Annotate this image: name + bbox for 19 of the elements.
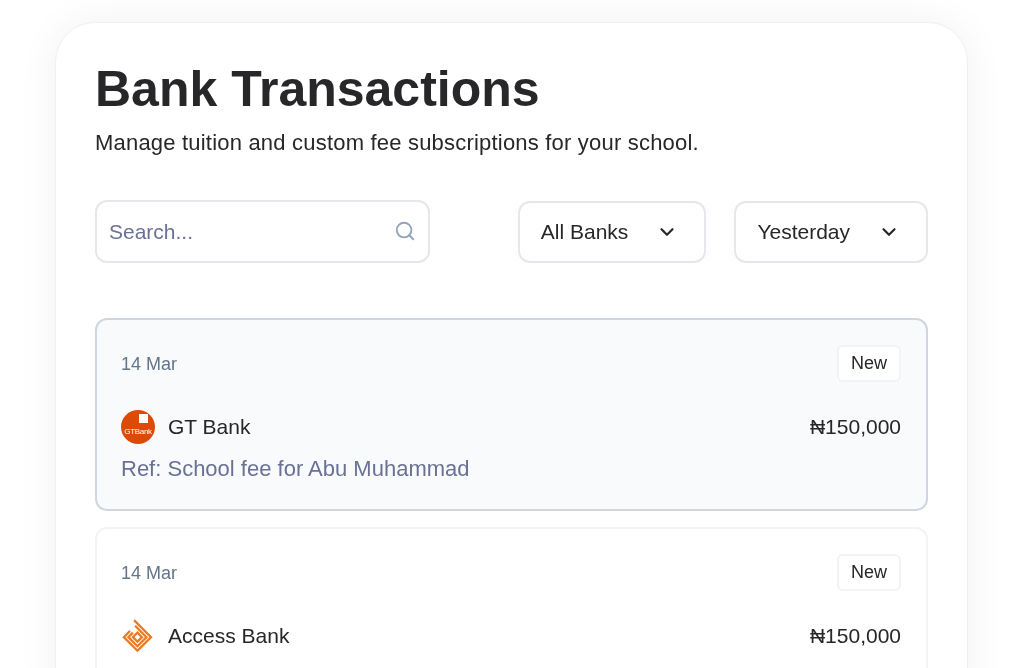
- page-subtitle: Manage tuition and custom fee subscriptions for your school.: [95, 129, 700, 157]
- search-icon: [394, 220, 416, 242]
- transaction-date: 14 Mar: [121, 352, 178, 376]
- filter-dropdown[interactable]: Yesterday: [734, 200, 928, 263]
- transaction-date: 14 Mar: [121, 561, 178, 585]
- status-badge: New: [837, 345, 901, 382]
- transaction-amount: ₦150,000: [809, 414, 901, 440]
- search-field[interactable]: Search...: [95, 200, 430, 263]
- diamond-icon: [121, 619, 155, 653]
- transaction-card[interactable]: 14 Mar New GTBank GT Bank ₦150,000 Ref: School fee for Abu Muhammad: [95, 318, 928, 511]
- bank-logo: GTBank: [121, 410, 155, 444]
- page-title: Bank Transactions: [95, 60, 541, 119]
- transaction-amount: ₦150,000: [809, 623, 901, 649]
- bank-name: GT Bank: [168, 414, 251, 440]
- bank-name: Access Bank: [168, 623, 290, 649]
- filter-dropdown[interactable]: All Banks: [517, 200, 707, 263]
- status-badge: New: [837, 554, 901, 591]
- transaction-card[interactable]: 14 Mar New Access Bank ₦150,000: [95, 527, 928, 668]
- transaction-reference: Ref: School fee for Abu Muhammad: [121, 455, 471, 483]
